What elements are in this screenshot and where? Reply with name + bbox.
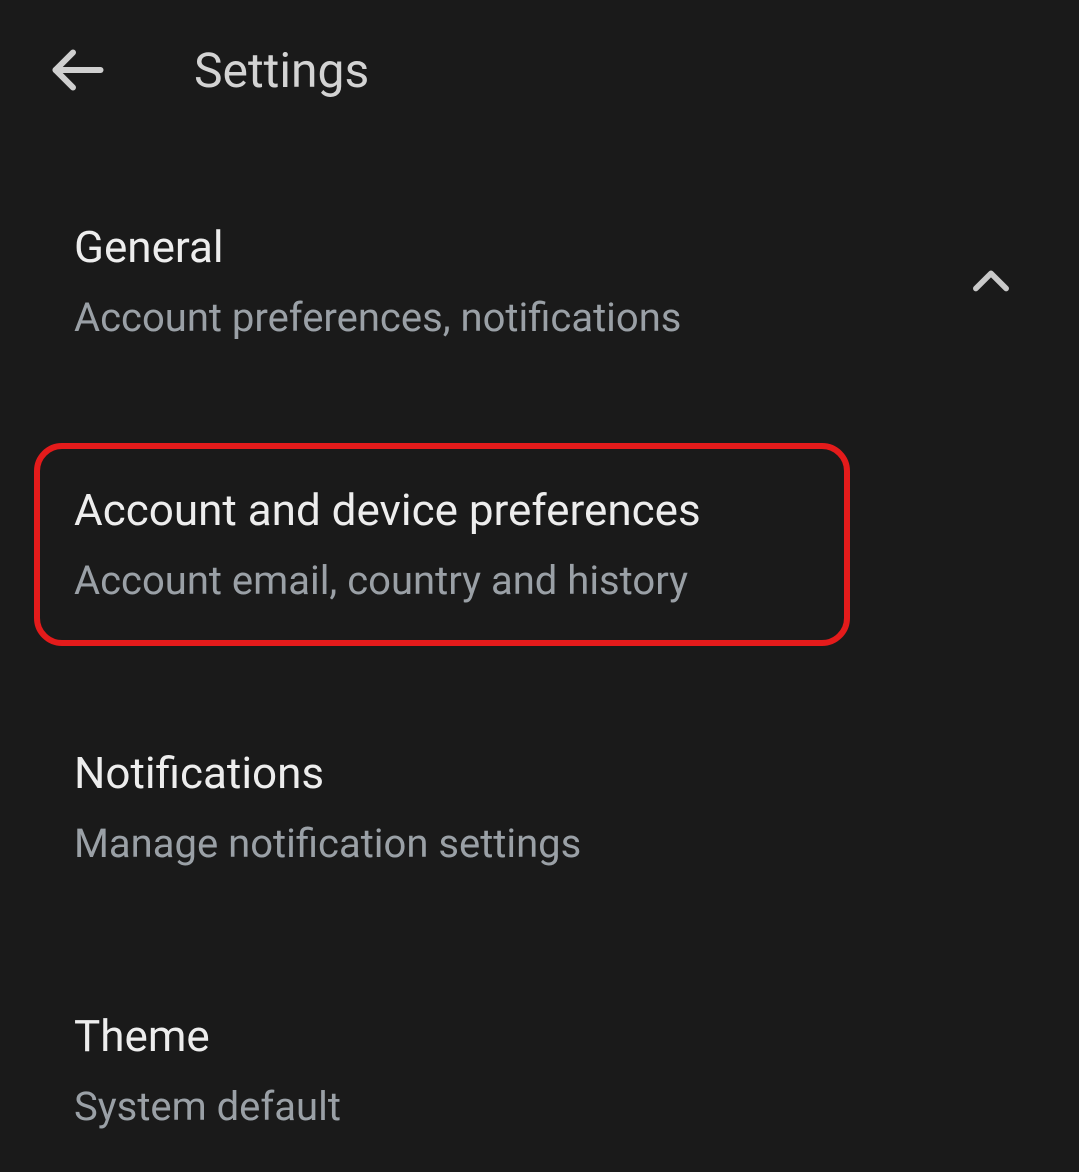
row-title: Notifications [74, 746, 1005, 801]
row-title: Account and device preferences [74, 483, 810, 538]
row-theme[interactable]: Theme System default [34, 969, 1045, 1172]
row-account-device-preferences[interactable]: Account and device preferences Account e… [34, 443, 850, 646]
header: Settings [0, 0, 1079, 120]
row-subtitle: Manage notification settings [74, 819, 1005, 869]
chevron-up-icon [965, 256, 1017, 308]
back-arrow-icon [48, 40, 108, 100]
back-button[interactable] [48, 40, 108, 100]
section-general[interactable]: General Account preferences, notificatio… [34, 180, 1045, 383]
row-notifications[interactable]: Notifications Manage notification settin… [34, 706, 1045, 909]
section-title: General [74, 220, 1005, 275]
page-title: Settings [194, 42, 369, 99]
section-subtitle: Account preferences, notifications [74, 293, 1005, 343]
row-subtitle: System default [74, 1082, 1005, 1132]
row-title: Theme [74, 1009, 1005, 1064]
row-subtitle: Account email, country and history [74, 556, 810, 606]
settings-list: General Account preferences, notificatio… [0, 120, 1079, 1172]
